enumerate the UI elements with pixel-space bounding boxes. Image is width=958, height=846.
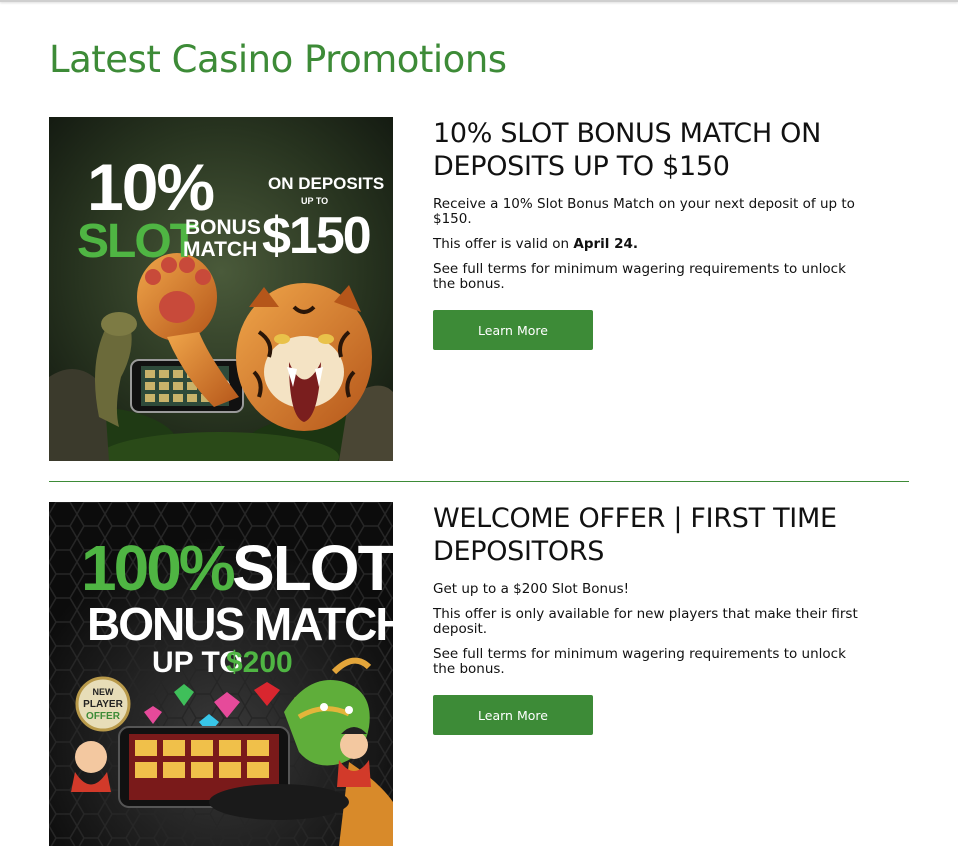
- badge-player: PLAYER: [83, 699, 123, 710]
- banner-amount: $150: [262, 207, 370, 265]
- promotion-eligibility: This offer is only available for new pla…: [433, 606, 858, 637]
- promotion-card: 100% SLOT BONUS MATCH UP TO $200 NEW PLA…: [49, 502, 909, 846]
- banner-percent: 100%: [81, 532, 235, 604]
- promotion-divider: [49, 481, 909, 482]
- banner-on-deposits: ON DEPOSITS: [268, 174, 384, 193]
- banner-bonus-match: BONUS MATCH: [87, 598, 393, 650]
- validity-prefix: This offer is valid on: [433, 236, 574, 252]
- promotion-title: WELCOME OFFER | FIRST TIME DEPOSITORS: [433, 503, 837, 567]
- banner-slot: SLOT: [77, 215, 199, 268]
- promotion-title: 10% SLOT BONUS MATCH ON DEPOSITS UP TO $…: [433, 118, 821, 182]
- banner-match: MATCH: [183, 238, 257, 261]
- promotion-details: 10% SLOT BONUS MATCH ON DEPOSITS UP TO $…: [433, 117, 863, 350]
- banner-slot: SLOT: [232, 532, 393, 604]
- learn-more-button[interactable]: Learn More: [433, 310, 593, 350]
- promotion-terms: See full terms for minimum wagering requ…: [433, 261, 846, 292]
- learn-more-button[interactable]: Learn More: [433, 695, 593, 735]
- top-border: [0, 0, 958, 2]
- banner-up-to: UP TO: [301, 196, 328, 206]
- badge-new: NEW: [93, 687, 115, 697]
- promotion-description: Get up to a $200 Slot Bonus!: [433, 581, 630, 597]
- validity-date: April 24.: [573, 236, 639, 252]
- jungle-tiger-banner: 10% SLOT BONUS MATCH ON DEPOSITS UP TO $…: [49, 117, 393, 461]
- promotion-validity: This offer is valid on April 24.: [433, 237, 863, 252]
- promotion-banner-image[interactable]: 10% SLOT BONUS MATCH ON DEPOSITS UP TO $…: [49, 117, 393, 461]
- banner-amount: $200: [226, 646, 293, 679]
- promotion-description: Receive a 10% Slot Bonus Match on your n…: [433, 196, 855, 227]
- promotion-details: WELCOME OFFER | FIRST TIME DEPOSITORS Ge…: [433, 502, 863, 735]
- promotion-card: 10% SLOT BONUS MATCH ON DEPOSITS UP TO $…: [49, 117, 909, 461]
- badge-offer: OFFER: [86, 711, 121, 722]
- page-title: Latest Casino Promotions: [49, 38, 507, 81]
- promotion-banner-image[interactable]: 100% SLOT BONUS MATCH UP TO $200 NEW PLA…: [49, 502, 393, 846]
- banner-bonus: BONUS: [185, 216, 261, 239]
- promotion-terms: See full terms for minimum wagering requ…: [433, 646, 846, 677]
- banner-percent: 10%: [87, 150, 213, 224]
- dragon-welcome-banner: 100% SLOT BONUS MATCH UP TO $200 NEW PLA…: [49, 502, 393, 846]
